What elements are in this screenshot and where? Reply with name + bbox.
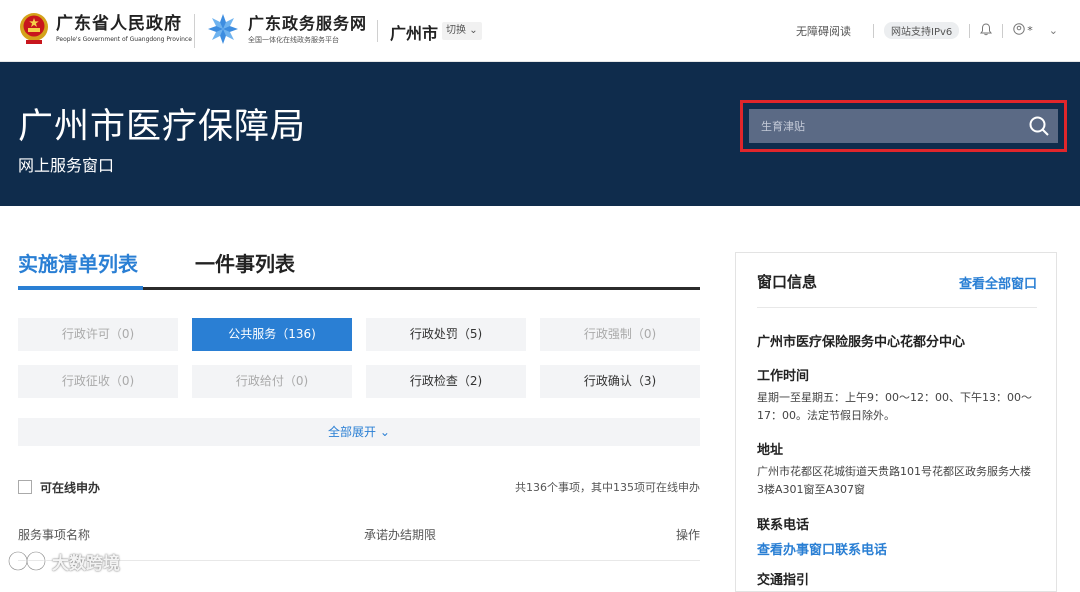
gov-name: 广东省人民政府	[56, 13, 182, 34]
tab-one-thing-list[interactable]: 一件事列表	[195, 248, 295, 290]
address-value: 广州市花都区花城街道天贵路101号花都区政务服务大楼3楼A301窗至A307窗	[757, 465, 1031, 496]
list-divider	[18, 560, 700, 561]
chevron-down-icon: ⌄	[379, 425, 390, 439]
city-divider	[377, 20, 378, 42]
category-admin-penalty[interactable]: 行政处罚（5)	[366, 318, 526, 351]
col-time-limit: 承诺办结期限	[364, 528, 437, 542]
gd-service-logo[interactable]: 广东政务服务网 全国一体化在线政务服务平台	[206, 12, 367, 46]
bell-icon[interactable]	[980, 22, 993, 39]
department-title: 广州市医疗保障局	[18, 107, 307, 147]
gd-gov-logo[interactable]: 广东省人民政府 People's Government of Guangdong…	[18, 10, 192, 46]
user-name[interactable]: *	[1027, 24, 1033, 37]
category-admin-payment[interactable]: 行政给付（0)	[192, 365, 352, 398]
chevron-down-icon: ⌄	[469, 25, 478, 36]
service-center-name: 广州市医疗保险服务中心花都分中心	[757, 335, 966, 350]
traffic-guide-label: 交通指引	[757, 573, 810, 588]
divider	[1002, 23, 1004, 38]
search-input[interactable]	[749, 109, 1019, 143]
col-action: 操作	[675, 528, 700, 542]
category-admin-levy[interactable]: 行政征收（0)	[18, 365, 178, 398]
tab-implementation-list[interactable]: 实施清单列表	[18, 248, 143, 290]
list-tabs: 实施清单列表 一件事列表	[18, 248, 700, 290]
current-city: 广州市	[390, 24, 439, 43]
category-admin-inspection[interactable]: 行政检查（2)	[366, 365, 526, 398]
department-subtitle: 网上服务窗口	[18, 156, 115, 175]
chevron-down-icon[interactable]: ⌄	[1049, 24, 1058, 37]
list-header: 服务事项名称 承诺办结期限 操作	[18, 526, 700, 546]
working-hours-label: 工作时间	[757, 369, 810, 384]
online-label[interactable]: 可在线申办	[40, 479, 100, 496]
view-all-windows-link[interactable]: 查看全部窗口	[959, 273, 1037, 292]
service-logo-icon	[208, 14, 238, 44]
ipv6-badge: 网站支持IPv6	[884, 22, 960, 39]
service-name: 广东政务服务网	[248, 13, 368, 33]
accessible-reading-link[interactable]: 无障碍阅读	[796, 23, 851, 39]
category-admin-enforcement[interactable]: 行政强制（0)	[540, 318, 700, 351]
watermark-text: 大数跨境	[52, 553, 120, 574]
working-hours-value: 星期一至星期五：上午9：00～12：00、下午13：00～17：00。法定节假日…	[757, 391, 1032, 422]
filter-row: 可在线申办 共136个事项，其中135项可在线申办	[18, 478, 700, 496]
view-phone-link[interactable]: 查看办事窗口联系电话	[757, 539, 887, 558]
window-info-panel: 窗口信息 查看全部窗口 广州市医疗保险服务中心花都分中心 工作时间 星期一至星期…	[735, 252, 1057, 592]
address-label: 地址	[757, 443, 784, 458]
phone-label: 联系电话	[757, 518, 810, 533]
divider	[873, 23, 875, 38]
watermark: 大数跨境	[6, 548, 120, 574]
panel-divider	[757, 307, 1037, 308]
top-bar: 广东省人民政府 People's Government of Guangdong…	[0, 0, 1080, 62]
expand-all-label: 全部展开	[328, 425, 377, 439]
item-count-text: 共136个事项，其中135项可在线申办	[515, 481, 700, 494]
search-box	[749, 109, 1058, 143]
city-switch-label: 切换	[446, 25, 466, 36]
search-highlight-frame	[740, 100, 1067, 152]
top-right-tools: 无障碍阅读 网站支持IPv6 * ⌄	[796, 22, 1058, 39]
divider	[969, 23, 971, 38]
category-admin-confirmation[interactable]: 行政确认（3)	[540, 365, 700, 398]
search-icon[interactable]	[1028, 115, 1050, 137]
watermark-logo-icon	[7, 550, 47, 572]
gov-name-en: People's Government of Guangdong Provinc…	[56, 35, 192, 43]
logo-divider	[194, 14, 195, 48]
national-emblem-icon	[18, 10, 50, 46]
user-icon[interactable]	[1013, 23, 1025, 38]
col-service-name: 服务事项名称	[18, 528, 91, 542]
category-public-service[interactable]: 公共服务（136)	[192, 318, 352, 351]
department-banner: 广州市医疗保障局 网上服务窗口	[0, 62, 1080, 206]
online-checkbox[interactable]	[18, 480, 32, 494]
expand-all-button[interactable]: 全部展开 ⌄	[18, 418, 700, 446]
city-switch-button[interactable]: 切换 ⌄	[442, 22, 482, 40]
service-subtitle: 全国一体化在线政务服务平台	[248, 35, 339, 44]
panel-title: 窗口信息	[757, 273, 818, 291]
category-admin-license[interactable]: 行政许可（0)	[18, 318, 178, 351]
